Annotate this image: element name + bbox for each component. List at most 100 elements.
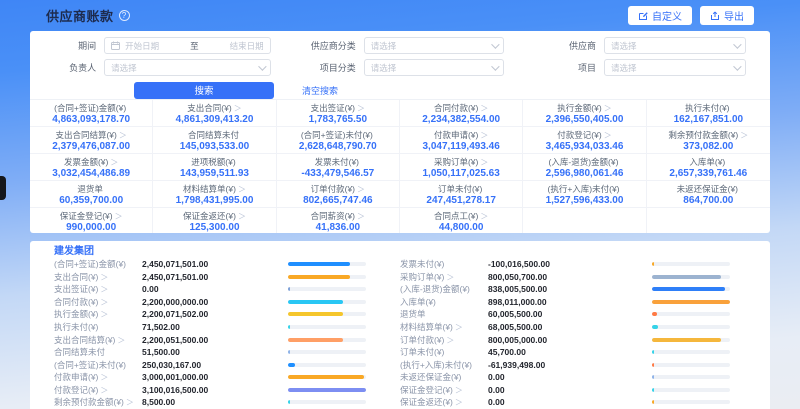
group-metric-row[interactable]: 剩余预付款金额(¥)＞8,500.00 (54, 396, 400, 409)
chevron-right-icon: ＞ (455, 323, 463, 332)
customize-button[interactable]: 自定义 (628, 6, 692, 25)
search-button[interactable]: 搜索 (134, 82, 274, 99)
owner-select[interactable]: 请选择 (104, 59, 271, 76)
chevron-right-icon: ＞ (238, 212, 246, 221)
metric-value: 2,657,339,761.46 (647, 168, 770, 180)
chevron-right-icon: ＞ (480, 104, 488, 113)
group-metric-row[interactable]: (合同+签证)未付(¥)250,030,167.00 (54, 358, 400, 371)
group-metric-row[interactable]: 支出合同(¥)＞2,450,071,501.00 (54, 271, 400, 284)
chevron-right-icon: ＞ (110, 158, 118, 167)
side-drawer-handle[interactable] (0, 176, 6, 200)
metric-card[interactable]: 剩余预付款金额(¥)＞373,082.00 (647, 127, 770, 154)
chevron-right-icon: ＞ (357, 212, 365, 221)
metric-value: 1,783,765.50 (277, 114, 399, 126)
filter-form: 期间 开始日期 至 结束日期 供应商分类 请选择 供应商 请选择 负责人 (30, 31, 770, 99)
metric-label: (合同+签证)金额(¥) (30, 103, 152, 114)
help-icon[interactable]: ? (119, 10, 130, 21)
clear-search-link[interactable]: 清空搜索 (302, 84, 338, 97)
metric-card-grid: (合同+签证)金额(¥)4,863,093,178.70 支出合同(¥)＞4,8… (30, 99, 770, 233)
group-metric-row[interactable]: 发票未付(¥)-100,016,500.00 (400, 258, 746, 271)
metric-card[interactable]: 未返还保证金(¥)864,700.00 (647, 181, 770, 208)
metric-card[interactable]: 材料结算单(¥)＞1,798,431,995.00 (153, 181, 276, 208)
group-metric-row[interactable]: (执行+入库)未付(¥)-61,939,498.00 (400, 358, 746, 371)
metric-card[interactable]: 支出合同结算(¥)＞2,379,476,087.00 (30, 127, 153, 154)
date-range-input[interactable]: 开始日期 至 结束日期 (104, 37, 271, 54)
bar-fill (652, 287, 725, 291)
group-metric-row[interactable]: 支出签证(¥)＞0.00 (54, 283, 400, 296)
group-metric-row[interactable]: 保证金登记(¥)＞0.00 (400, 383, 746, 396)
row-value: 0.00 (142, 284, 159, 294)
group-metric-row[interactable]: 合同付款(¥)＞2,200,000,000.00 (54, 296, 400, 309)
project-category-select[interactable]: 请选择 (364, 59, 504, 76)
row-value: 51,500.00 (142, 347, 180, 357)
bar-track (288, 350, 366, 354)
select-placeholder: 请选择 (611, 40, 637, 52)
bar-track (288, 388, 366, 392)
metric-card[interactable]: 付款申请(¥)＞3,047,119,493.46 (400, 127, 523, 154)
metric-label: 支出签证(¥)＞ (277, 103, 399, 114)
supplier-select[interactable]: 请选择 (604, 37, 746, 54)
metric-card[interactable]: (入库-退货)金额(¥)2,596,980,061.46 (523, 154, 646, 181)
group-metric-row[interactable]: 未返还保证金(¥)0.00 (400, 371, 746, 384)
row-value: 0.00 (488, 385, 505, 395)
metric-label: 材料结算单(¥)＞ (153, 184, 275, 195)
metric-label: 发票未付(¥) (277, 157, 399, 168)
metric-card[interactable]: 付款登记(¥)＞3,465,934,033.46 (523, 127, 646, 154)
chevron-down-icon (491, 62, 499, 70)
group-metric-row[interactable]: 合同结算未付51,500.00 (54, 346, 400, 359)
group-metric-row[interactable]: 材料结算单(¥)＞68,005,500.00 (400, 321, 746, 334)
metric-card[interactable]: 合同薪资(¥)＞41,836.00 (277, 208, 400, 233)
group-left-column: (合同+签证)金额(¥)2,450,071,501.00 支出合同(¥)＞2,4… (54, 258, 400, 409)
group-metric-row[interactable]: (入库-退货)金额(¥)838,005,500.00 (400, 283, 746, 296)
group-metric-row[interactable]: 付款登记(¥)＞3,100,016,500.00 (54, 383, 400, 396)
metric-card[interactable]: 保证金返还(¥)＞125,300.00 (153, 208, 276, 233)
metric-card[interactable]: 订单付款(¥)＞802,665,747.46 (277, 181, 400, 208)
metric-card[interactable]: 进项税额(¥)143,959,511.93 (153, 154, 276, 181)
metric-card[interactable]: 订单未付(¥)247,451,278.17 (400, 181, 523, 208)
group-metric-row[interactable]: 保证金返还(¥)＞0.00 (400, 396, 746, 409)
metric-card[interactable]: 合同点工(¥)＞44,800.00 (400, 208, 523, 233)
group-metric-row[interactable]: 执行金额(¥)＞2,200,071,502.00 (54, 308, 400, 321)
metric-label: 合同薪资(¥)＞ (277, 211, 399, 222)
metric-card[interactable]: 发票未付(¥)-433,479,546.57 (277, 154, 400, 181)
group-name-link[interactable]: 建发集团 (54, 245, 746, 258)
chevron-right-icon: ＞ (115, 212, 123, 221)
metric-card[interactable]: 执行金额(¥)＞2,396,550,405.00 (523, 100, 646, 127)
row-label: 入库单(¥) (400, 296, 488, 308)
row-label: 支出合同(¥)＞ (54, 271, 142, 283)
metric-card[interactable]: 采购订单(¥)＞1,050,117,025.63 (400, 154, 523, 181)
group-metric-row[interactable]: 执行未付(¥)71,502.00 (54, 321, 400, 334)
metric-label: 付款申请(¥)＞ (400, 130, 522, 141)
project-select[interactable]: 请选择 (604, 59, 746, 76)
chevron-right-icon: ＞ (604, 104, 612, 113)
metric-card[interactable]: (合同+签证)金额(¥)4,863,093,178.70 (30, 100, 153, 127)
group-metric-row[interactable]: (合同+签证)金额(¥)2,450,071,501.00 (54, 258, 400, 271)
metric-card[interactable]: 合同付款(¥)＞2,234,382,554.00 (400, 100, 523, 127)
group-metric-row[interactable]: 支出合同结算(¥)＞2,200,051,500.00 (54, 333, 400, 346)
metric-card[interactable]: 保证金登记(¥)＞990,000.00 (30, 208, 153, 233)
group-metric-row[interactable]: 付款申请(¥)＞3,000,001,000.00 (54, 371, 400, 384)
metric-card[interactable]: 退货单60,359,700.00 (30, 181, 153, 208)
export-button[interactable]: 导出 (700, 6, 754, 25)
metric-card[interactable]: 合同结算未付145,093,533.00 (153, 127, 276, 154)
metric-label: (入库-退货)金额(¥) (523, 157, 645, 168)
bar-track (652, 388, 730, 392)
group-metric-row[interactable]: 订单付款(¥)＞800,005,000.00 (400, 333, 746, 346)
metric-card[interactable]: 发票金额(¥)＞3,032,454,486.89 (30, 154, 153, 181)
group-metric-row[interactable]: 订单未付(¥)45,700.00 (400, 346, 746, 359)
row-value: 2,200,051,500.00 (142, 335, 208, 345)
end-date-placeholder: 结束日期 (230, 40, 264, 52)
metric-card[interactable]: 支出签证(¥)＞1,783,765.50 (277, 100, 400, 127)
group-metric-row[interactable]: 采购订单(¥)＞800,050,700.00 (400, 271, 746, 284)
group-metric-row[interactable]: 退货单60,005,500.00 (400, 308, 746, 321)
metric-label: 保证金返还(¥)＞ (153, 211, 275, 222)
metric-card[interactable]: (合同+签证)未付(¥)2,628,648,790.70 (277, 127, 400, 154)
chevron-right-icon: ＞ (234, 104, 242, 113)
supplier-category-select[interactable]: 请选择 (364, 37, 504, 54)
metric-card[interactable]: 入库单(¥)2,657,339,761.46 (647, 154, 770, 181)
metric-card[interactable]: 执行未付(¥)162,167,851.00 (647, 100, 770, 127)
group-metric-row[interactable]: 入库单(¥)898,011,000.00 (400, 296, 746, 309)
metric-card[interactable]: 支出合同(¥)＞4,861,309,413.20 (153, 100, 276, 127)
metric-value: -433,479,546.57 (277, 168, 399, 180)
metric-card[interactable]: (执行+入库)未付(¥)1,527,596,433.00 (523, 181, 646, 208)
